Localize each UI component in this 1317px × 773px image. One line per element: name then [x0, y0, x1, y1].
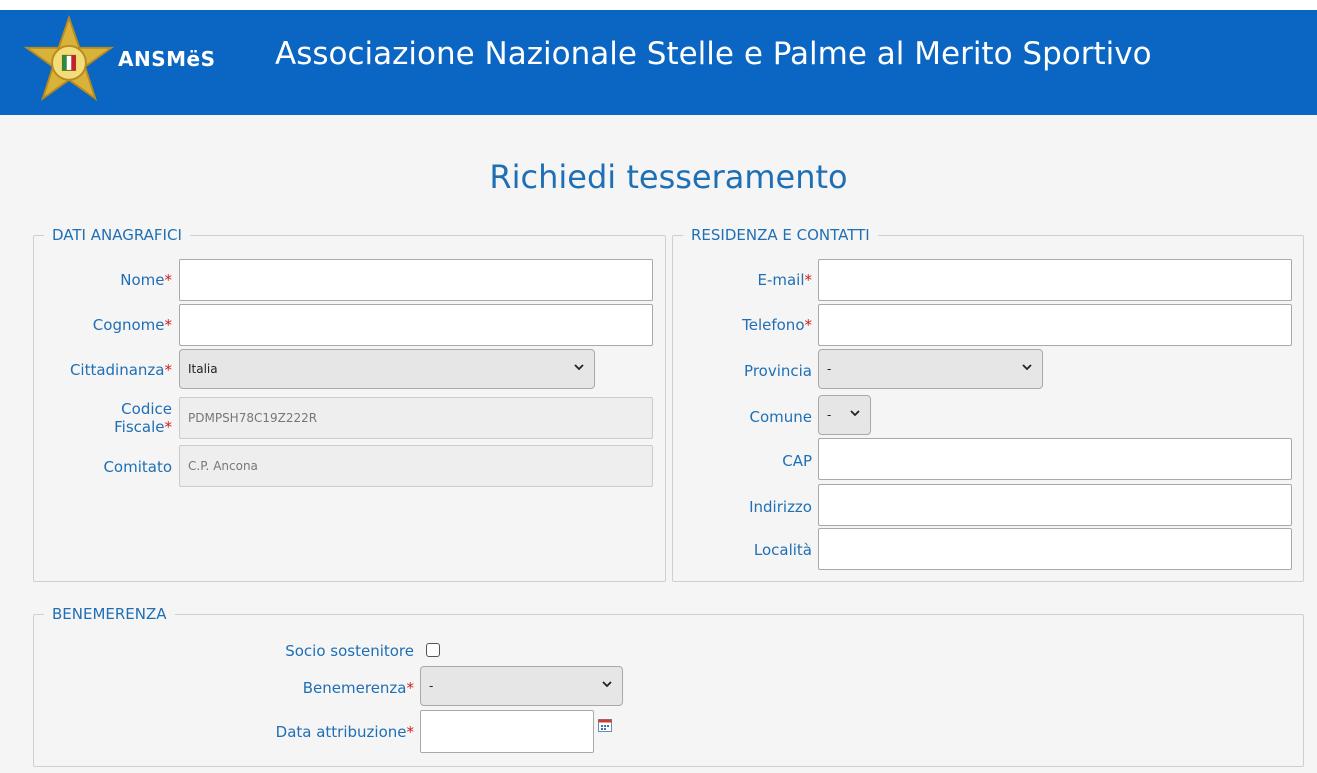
site-header: ANSMëS Associazione Nazionale Stelle e P…	[0, 0, 1317, 115]
socio-sostenitore-checkbox[interactable]	[426, 643, 440, 657]
nome-input[interactable]	[179, 259, 653, 301]
indirizzo-input[interactable]	[818, 484, 1292, 526]
anagrafici-legend: DATI ANAGRAFICI	[44, 226, 190, 244]
required-mark: *	[804, 316, 813, 334]
header-top-strip	[0, 0, 1317, 10]
chevron-down-icon	[574, 364, 584, 371]
indirizzo-label-text: Indirizzo	[749, 498, 812, 516]
codice-fiscale-field: PDMPSH78C19Z222R	[179, 397, 653, 439]
localita-label: Località	[680, 541, 812, 559]
benemerenza-select[interactable]: -	[420, 666, 623, 706]
star-emblem-icon	[23, 14, 115, 102]
cognome-label: Cognome*	[40, 316, 172, 334]
cittadinanza-label-text: Cittadinanza	[69, 361, 165, 379]
email-label: E-mail*	[680, 271, 812, 289]
cap-input[interactable]	[818, 438, 1292, 480]
page-title: Richiedi tesseramento	[489, 158, 848, 196]
cf-label-line2: Fiscale	[114, 418, 165, 436]
socio-sostenitore-label: Socio sostenitore	[200, 642, 414, 660]
required-mark: *	[164, 361, 173, 379]
telefono-label-text: Telefono	[742, 316, 805, 334]
telefono-input[interactable]	[818, 304, 1292, 346]
chevron-down-icon	[602, 681, 612, 688]
data-attribuzione-label: Data attribuzione*	[200, 723, 414, 741]
comitato-label: Comitato	[40, 458, 172, 476]
benemerenza-label: Benemerenza*	[200, 679, 414, 697]
benemerenza-legend: BENEMERENZA	[44, 605, 175, 623]
comitato-value: C.P. Ancona	[188, 459, 258, 473]
chevron-down-icon	[850, 410, 860, 417]
email-input[interactable]	[818, 259, 1292, 301]
indirizzo-label: Indirizzo	[680, 498, 812, 516]
provincia-select[interactable]: -	[818, 349, 1043, 389]
cognome-label-text: Cognome	[92, 316, 165, 334]
required-mark: *	[164, 316, 173, 334]
socio-label-text: Socio sostenitore	[285, 642, 414, 660]
comune-label: Comune	[680, 408, 812, 426]
header-title: Associazione Nazionale Stelle e Palme al…	[275, 36, 1152, 72]
cap-label: CAP	[680, 452, 812, 470]
required-mark: *	[164, 271, 173, 289]
required-mark: *	[804, 271, 813, 289]
telefono-label: Telefono*	[680, 316, 812, 334]
codice-fiscale-value: PDMPSH78C19Z222R	[188, 411, 318, 425]
data-label-text: Data attribuzione	[275, 723, 407, 741]
comune-value: -	[827, 408, 832, 422]
calendar-icon[interactable]	[598, 718, 612, 732]
nome-label-text: Nome	[120, 271, 165, 289]
email-label-text: E-mail	[757, 271, 805, 289]
required-mark: *	[406, 723, 415, 741]
cittadinanza-select[interactable]: Italia	[179, 349, 595, 389]
data-attribuzione-input[interactable]	[420, 710, 594, 753]
provincia-label-text: Provincia	[744, 362, 812, 380]
logo-text: ANSMëS	[118, 47, 216, 71]
chevron-down-icon	[1022, 364, 1032, 371]
comune-select[interactable]: -	[818, 395, 871, 435]
provincia-value: -	[827, 362, 832, 376]
cittadinanza-value: Italia	[188, 362, 218, 376]
cf-label-line1: Codice	[121, 400, 172, 418]
cognome-input[interactable]	[179, 304, 653, 346]
page: ANSMëS Associazione Nazionale Stelle e P…	[0, 0, 1317, 773]
localita-input[interactable]	[818, 528, 1292, 570]
cittadinanza-label: Cittadinanza*	[40, 361, 172, 379]
required-mark: *	[164, 418, 173, 436]
comitato-field: C.P. Ancona	[179, 445, 653, 487]
comitato-label-text: Comitato	[103, 458, 172, 476]
required-mark: *	[406, 679, 415, 697]
localita-label-text: Località	[753, 541, 812, 559]
provincia-label: Provincia	[680, 362, 812, 380]
codice-fiscale-label: Codice Fiscale*	[40, 400, 172, 436]
benemerenza-value: -	[429, 679, 434, 693]
nome-label: Nome*	[40, 271, 172, 289]
residenza-legend: RESIDENZA E CONTATTI	[683, 226, 878, 244]
benemerenza-label-text: Benemerenza	[302, 679, 407, 697]
cap-label-text: CAP	[782, 452, 812, 470]
comune-label-text: Comune	[749, 408, 812, 426]
